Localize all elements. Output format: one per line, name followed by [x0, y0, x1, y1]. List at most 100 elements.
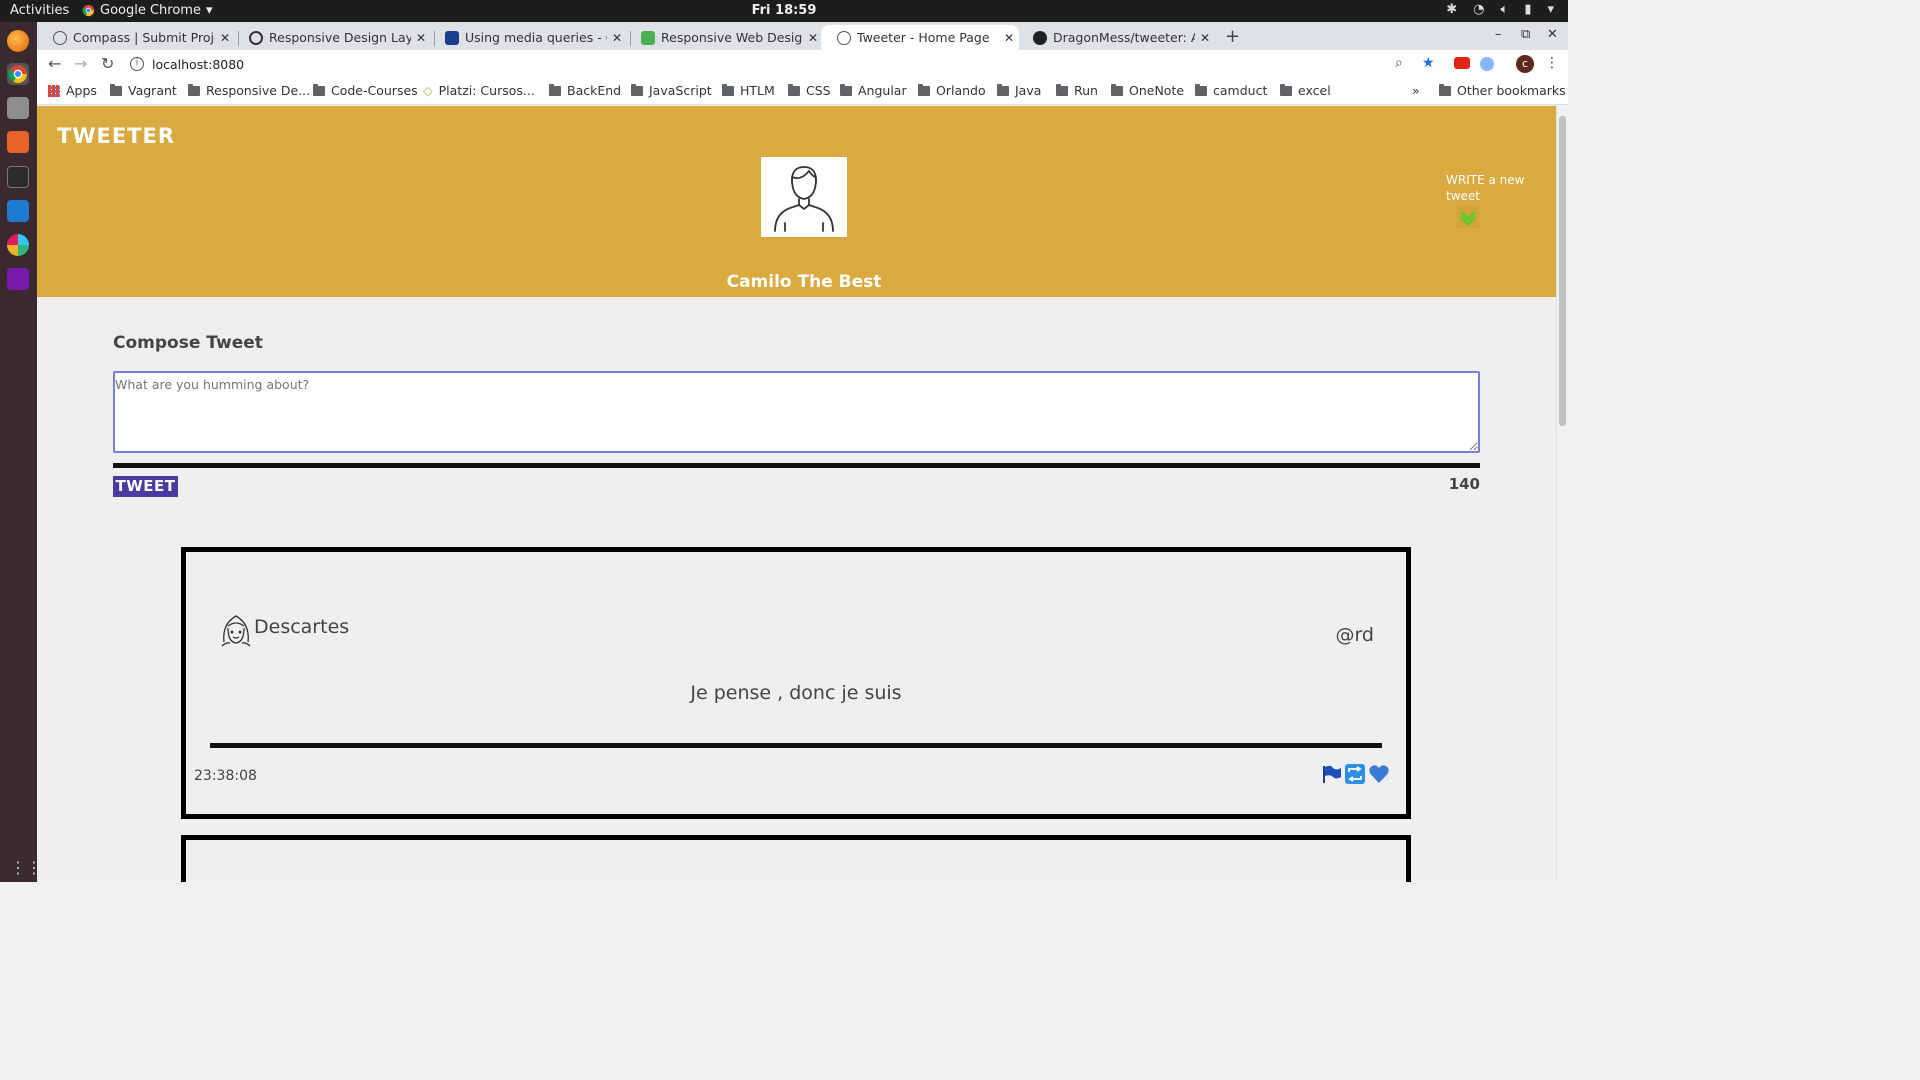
onenote-icon[interactable]: [7, 268, 29, 290]
retweet-icon[interactable]: [1344, 763, 1366, 785]
bookmark-run[interactable]: Run: [1056, 83, 1098, 98]
vscode-icon[interactable]: [7, 200, 29, 222]
accessibility-icon: ✱: [1446, 2, 1458, 17]
tab-github-tweeter[interactable]: DragonMess/tweeter: A t ✕: [1017, 25, 1215, 50]
flag-icon[interactable]: [1320, 763, 1342, 785]
maximize-button[interactable]: ⧉: [1521, 27, 1530, 42]
folder-icon: [840, 83, 852, 96]
bookmark-vagrant[interactable]: Vagrant: [110, 83, 177, 98]
page-viewport: TWEETER WRITE a new tweet Camilo The Bes…: [37, 106, 1556, 882]
extension-youtube-icon[interactable]: [1454, 57, 1470, 69]
folder-icon: [997, 83, 1009, 96]
system-tray[interactable]: ✱ ◔ 🔈︎ ▮ ▾: [1446, 2, 1554, 17]
info-icon[interactable]: i: [130, 57, 144, 71]
tweet-author-handle: @rd: [1335, 624, 1374, 646]
clock[interactable]: Fri 18:59: [0, 3, 1568, 18]
close-icon[interactable]: ✕: [607, 31, 627, 45]
folder-icon: [631, 83, 643, 96]
wifi-icon: ◔: [1473, 2, 1485, 17]
avatar: [761, 157, 847, 237]
page-scrollbar[interactable]: [1556, 106, 1568, 882]
firefox-icon[interactable]: [7, 30, 29, 52]
character-counter: 140: [1448, 475, 1480, 493]
forward-button[interactable]: →: [74, 54, 87, 73]
platzi-icon: ◇: [423, 83, 433, 98]
bookmark-label: Angular: [858, 83, 907, 98]
volume-icon: 🔈︎: [1500, 2, 1509, 17]
menu-icon[interactable]: ⋮: [1545, 55, 1559, 71]
tab-tweeter[interactable]: Tweeter - Home Page ✕: [821, 25, 1019, 50]
extension-icon[interactable]: [1480, 57, 1494, 71]
close-icon[interactable]: ✕: [999, 31, 1019, 45]
other-bookmarks[interactable]: Other bookmarks: [1439, 83, 1566, 98]
tab-responsive-web-design[interactable]: Responsive Web Design V ✕: [625, 25, 823, 50]
bookmark-java[interactable]: Java: [997, 83, 1041, 98]
terminal-icon[interactable]: [7, 166, 29, 188]
folder-icon: [1280, 83, 1292, 96]
bookmark-star-icon[interactable]: ★: [1422, 55, 1435, 71]
bookmark-label: CSS: [806, 83, 831, 98]
bookmark-htlm[interactable]: HTLM: [722, 83, 775, 98]
bookmark-camduct[interactable]: camduct: [1195, 83, 1267, 98]
bookmark-responsive-de[interactable]: Responsive De...: [188, 83, 310, 98]
bookmark-code-courses[interactable]: Code-Courses: [313, 83, 418, 98]
folder-icon: [722, 83, 734, 96]
tweet-content: Je pense , donc je suis: [690, 682, 902, 704]
write-new-tweet-link[interactable]: WRITE a new tweet: [1446, 172, 1526, 204]
tab-title: DragonMess/tweeter: A t: [1053, 30, 1195, 45]
new-tab-button[interactable]: +: [1225, 26, 1240, 47]
address-bar[interactable]: i localhost:8080: [130, 52, 1420, 76]
close-window-button[interactable]: ✕: [1547, 27, 1558, 42]
reload-button[interactable]: ↻: [101, 54, 114, 73]
bookmark-platzi[interactable]: ◇ Platzi: Cursos...: [423, 83, 535, 98]
bookmark-label: Java: [1015, 83, 1042, 98]
tweet-button[interactable]: TWEET: [113, 476, 178, 497]
bookmarks-bar: Apps Vagrant Responsive De... Code-Cours…: [37, 78, 1568, 105]
chrome-icon[interactable]: [7, 63, 29, 85]
tab-compass[interactable]: Compass | Submit Project ✕: [37, 25, 235, 50]
bookmark-angular[interactable]: Angular: [840, 83, 907, 98]
folder-icon: [918, 83, 930, 96]
w3schools-icon: [641, 30, 655, 45]
bookmark-css[interactable]: CSS: [788, 83, 831, 98]
chevron-down-icon[interactable]: [1457, 206, 1479, 228]
zoom-icon[interactable]: ⌕: [1395, 55, 1403, 71]
bookmark-label: Apps: [66, 83, 97, 98]
folder-icon: [549, 83, 561, 96]
bookmark-apps[interactable]: Apps: [48, 83, 97, 98]
close-icon[interactable]: ✕: [411, 31, 431, 45]
tab-media-queries[interactable]: Using media queries - CSS ✕: [429, 25, 627, 50]
bookmark-label: Vagrant: [128, 83, 177, 98]
tab-responsive-design-layout[interactable]: Responsive Design Layout ✕: [233, 25, 431, 50]
compose-tweet-input[interactable]: [113, 371, 1480, 453]
profile-avatar[interactable]: c: [1516, 55, 1534, 73]
globe-icon: [53, 30, 67, 45]
bookmark-javascript[interactable]: JavaScript: [631, 83, 712, 98]
close-icon[interactable]: ✕: [803, 31, 823, 45]
bookmark-label: Run: [1074, 83, 1098, 98]
bookmarks-overflow-button[interactable]: »: [1412, 83, 1420, 98]
github-icon: [1033, 30, 1047, 45]
bookmark-orlando[interactable]: Orlando: [918, 83, 986, 98]
folder-icon: [1056, 83, 1068, 96]
minimize-button[interactable]: –: [1495, 27, 1502, 42]
bookmark-excel[interactable]: excel: [1280, 83, 1331, 98]
bookmark-onenote[interactable]: OneNote: [1111, 83, 1184, 98]
brand-logo[interactable]: TWEETER: [57, 124, 175, 148]
heart-icon[interactable]: [1368, 763, 1390, 785]
close-icon[interactable]: ✕: [215, 31, 235, 45]
tweet-avatar-icon: [221, 615, 251, 647]
folder-icon: [1195, 83, 1207, 96]
close-icon[interactable]: ✕: [1195, 31, 1215, 45]
bookmark-label: Platzi: Cursos...: [438, 83, 535, 98]
scrollbar-thumb[interactable]: [1559, 116, 1566, 426]
software-center-icon[interactable]: [7, 131, 29, 153]
files-icon[interactable]: [7, 97, 29, 119]
folder-icon: [110, 83, 122, 96]
divider: [113, 463, 1480, 468]
slack-icon[interactable]: [7, 234, 29, 256]
bookmark-backend[interactable]: BackEnd: [549, 83, 621, 98]
tweet-actions: [1320, 763, 1390, 785]
bookmark-label: Other bookmarks: [1457, 83, 1566, 98]
back-button[interactable]: ←: [48, 54, 61, 73]
